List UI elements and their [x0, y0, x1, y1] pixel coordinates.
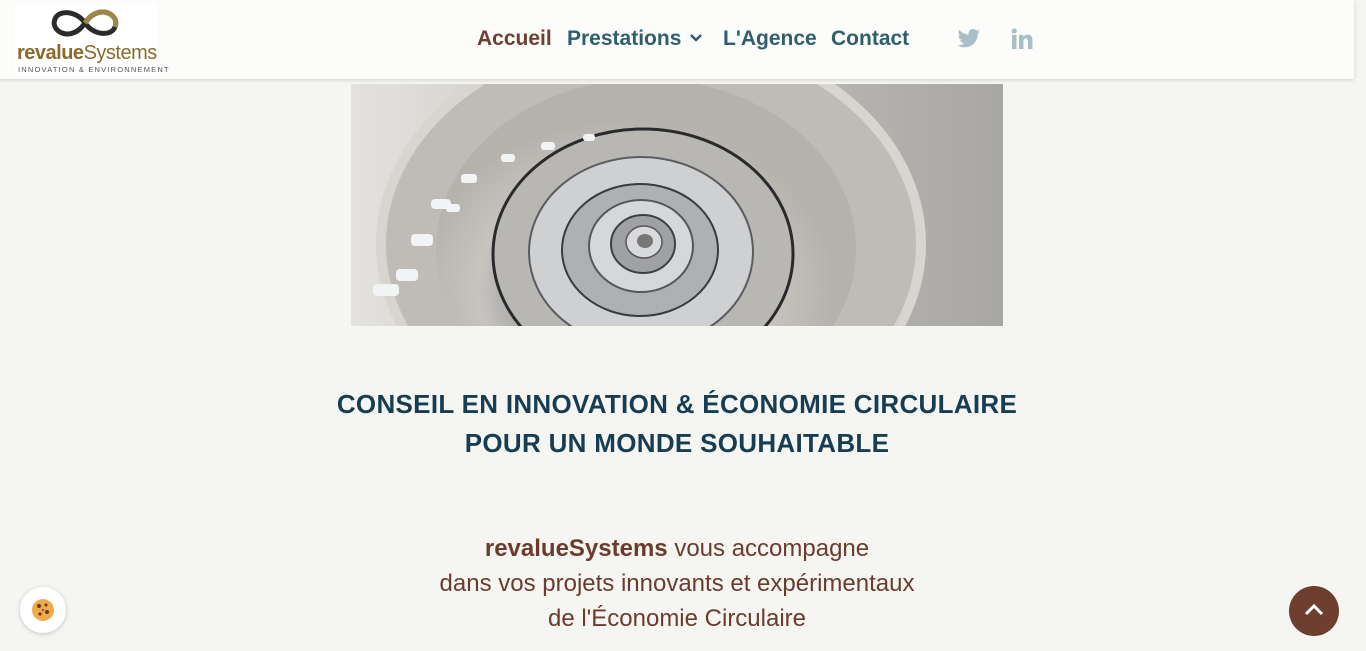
cookie-settings-button[interactable] — [20, 587, 66, 633]
nav-accueil[interactable]: Accueil — [477, 27, 552, 51]
site-logo[interactable]: revalueSystems INNOVATION & ENVIRONNEMEN… — [15, 4, 169, 76]
twitter-icon[interactable] — [957, 28, 981, 55]
intro-line-1-text: vous accompagne — [667, 535, 870, 562]
infinity-logo-icon — [51, 9, 119, 37]
back-to-top-button[interactable] — [1289, 586, 1339, 636]
intro-line-1: revalueSystems vous accompagne — [283, 535, 1071, 563]
hero-image-spiral-staircase — [351, 84, 1003, 326]
logo-tagline: INNOVATION & ENVIRONNEMENT — [18, 65, 170, 74]
nav-prestations[interactable]: Prestations — [567, 27, 681, 51]
headline-line-2: POUR UN MONDE SOUHAITABLE — [464, 428, 890, 458]
spiral-staircase-image — [351, 84, 1003, 326]
site-header: revalueSystems INNOVATION & ENVIRONNEMEN… — [0, 0, 1354, 79]
logo-wordmark: revalueSystems — [17, 42, 157, 64]
intro-brand: revalueSystems — [484, 535, 668, 562]
chevron-up-icon — [1304, 603, 1324, 616]
nav-contact[interactable]: Contact — [831, 27, 909, 51]
headline-line-1: CONSEIL EN INNOVATION & ÉCONOMIE CIRCULA… — [336, 389, 1018, 419]
linkedin-icon[interactable] — [1011, 28, 1033, 55]
chevron-down-icon[interactable] — [689, 33, 703, 43]
cookie-icon — [32, 599, 54, 621]
nav-agence[interactable]: L'Agence — [723, 27, 817, 51]
intro-line-3: de l'Économie Circulaire — [547, 605, 807, 632]
intro-line-2: dans vos projets innovants et expériment… — [439, 570, 915, 597]
